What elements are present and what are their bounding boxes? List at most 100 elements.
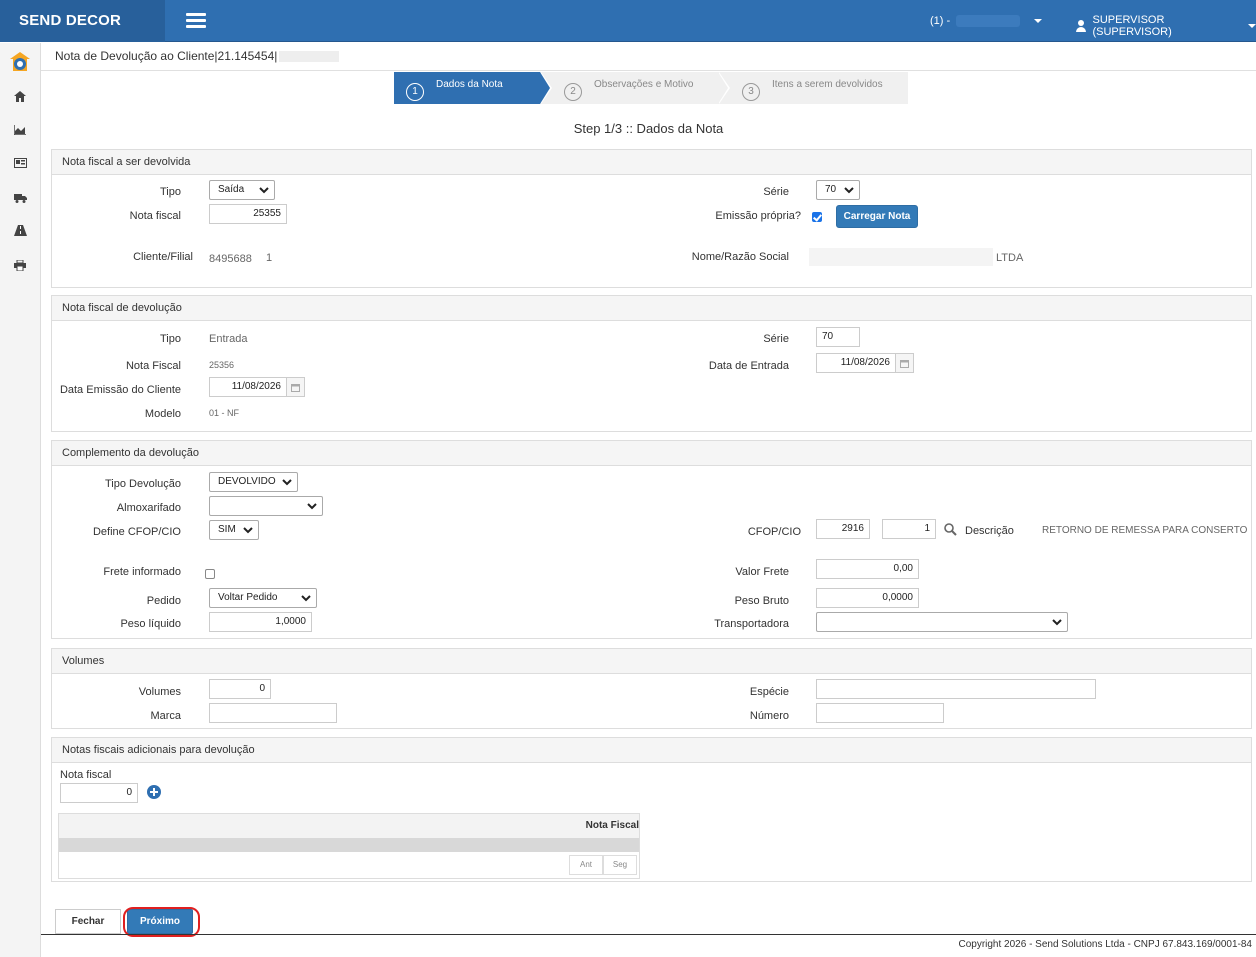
wizard-step-1[interactable]: 1 Dados da Nota bbox=[394, 72, 552, 104]
proximo-button[interactable]: Próximo bbox=[127, 909, 193, 934]
define-cfop-label: Define CFOP/CIO bbox=[92, 526, 181, 538]
peso-liquido-input[interactable]: 1,0000 bbox=[209, 612, 312, 632]
pager-prev-button[interactable]: Ant bbox=[569, 855, 603, 875]
emissao-propria-label: Emissão própria? bbox=[715, 210, 801, 222]
step-label: Itens a serem devolvidos bbox=[772, 78, 883, 90]
nota-fiscal-label: Nota fiscal bbox=[60, 769, 112, 781]
panel-heading: Nota fiscal a ser devolvida bbox=[52, 150, 1251, 175]
serie-select-value: 70 bbox=[825, 184, 837, 195]
chevron-down-icon bbox=[844, 187, 854, 194]
wizard-steps: 1 Dados da Nota 2 Observações e Motivo 3… bbox=[394, 72, 908, 104]
chevron-down-icon bbox=[1034, 19, 1043, 23]
panel-heading: Volumes bbox=[52, 649, 1251, 674]
panel-heading: Complemento da devolução bbox=[52, 441, 1251, 466]
step-label: Observações e Motivo bbox=[594, 78, 694, 90]
panel-heading: Notas fiscais adicionais para devolução bbox=[52, 738, 1251, 763]
user-icon bbox=[1075, 20, 1087, 32]
breadcrumb: Nota de Devolução ao Cliente|21.145454| bbox=[41, 43, 1256, 71]
add-circle-icon[interactable] bbox=[147, 785, 161, 799]
define-cfop-select[interactable]: SIM bbox=[209, 520, 259, 540]
almoxarifado-select[interactable] bbox=[209, 496, 323, 516]
peso-liquido-label: Peso líquido bbox=[120, 618, 181, 630]
emissao-propria-checkbox[interactable] bbox=[812, 212, 822, 222]
copyright-text: Copyright 2026 - Send Solutions Ltda - C… bbox=[958, 939, 1252, 950]
page-title: Nota de Devolução ao Cliente|21.145454| bbox=[55, 49, 278, 63]
truck-icon[interactable] bbox=[13, 193, 27, 207]
calendar-icon[interactable] bbox=[896, 353, 914, 373]
tipo-devolucao-value: DEVOLVIDO bbox=[218, 476, 276, 487]
step-number: 2 bbox=[564, 83, 582, 101]
volumes-input[interactable]: 0 bbox=[209, 679, 271, 699]
step-number: 1 bbox=[406, 83, 424, 101]
footer-divider bbox=[41, 934, 1256, 935]
grid-header-nota-fiscal[interactable]: Nota Fiscal bbox=[59, 814, 639, 838]
frete-informado-checkbox[interactable] bbox=[205, 569, 215, 579]
brand-logo[interactable]: SEND DECOR bbox=[0, 0, 165, 42]
descricao-label: Descrição bbox=[965, 525, 1014, 537]
chevron-down-icon bbox=[1248, 24, 1256, 28]
data-entrada-label: Data de Entrada bbox=[708, 360, 789, 372]
chevron-down-icon bbox=[307, 503, 317, 510]
serie-input[interactable]: 70 bbox=[816, 327, 860, 347]
tipo-label: Tipo bbox=[160, 186, 181, 198]
marca-label: Marca bbox=[150, 710, 181, 722]
chart-icon[interactable] bbox=[13, 125, 27, 139]
frete-informado-label: Frete informado bbox=[103, 566, 181, 578]
panel-nota-devolucao: Nota fiscal de devolução Tipo Entrada No… bbox=[51, 295, 1252, 432]
valor-frete-input[interactable]: 0,00 bbox=[816, 559, 919, 579]
pager-next-button[interactable]: Seg bbox=[603, 855, 637, 875]
panel-nota-devolvida: Nota fiscal a ser devolvida Tipo Saída N… bbox=[51, 149, 1252, 288]
step-title: Step 1/3 :: Dados da Nota bbox=[573, 121, 724, 136]
filial-number: 1 bbox=[266, 252, 273, 264]
company-selector[interactable]: (1) - bbox=[930, 15, 1043, 27]
menu-toggle-icon[interactable] bbox=[186, 13, 206, 28]
wizard-step-3[interactable]: 3 Itens a serem devolvidos bbox=[718, 72, 908, 104]
fechar-button[interactable]: Fechar bbox=[55, 909, 121, 934]
step-number: 3 bbox=[742, 83, 760, 101]
define-cfop-value: SIM bbox=[218, 524, 236, 535]
pedido-select[interactable]: Voltar Pedido bbox=[209, 588, 317, 608]
razao-social-suffix: LTDA bbox=[996, 252, 1024, 264]
data-entrada-input[interactable]: 11/08/2026 bbox=[816, 353, 896, 373]
cfop-input[interactable]: 2916 bbox=[816, 519, 870, 539]
home-icon[interactable] bbox=[13, 91, 27, 105]
chevron-down-icon bbox=[243, 527, 253, 534]
peso-bruto-label: Peso Bruto bbox=[734, 595, 789, 607]
data-emissao-input[interactable]: 11/08/2026 bbox=[209, 377, 287, 397]
tipo-devolucao-select[interactable]: DEVOLVIDO bbox=[209, 472, 298, 492]
marca-input[interactable] bbox=[209, 703, 337, 723]
grid-pager: Ant Seg bbox=[569, 855, 637, 875]
tipo-select[interactable]: Saída bbox=[209, 180, 275, 200]
calendar-icon[interactable] bbox=[287, 377, 305, 397]
app-logo-icon[interactable] bbox=[9, 51, 31, 73]
id-card-icon[interactable] bbox=[13, 158, 27, 172]
especie-input[interactable] bbox=[816, 679, 1096, 699]
cfop-seq-input[interactable]: 1 bbox=[882, 519, 936, 539]
nota-fiscal-input[interactable]: 25355 bbox=[209, 204, 287, 224]
table-row[interactable] bbox=[59, 838, 639, 852]
peso-bruto-input[interactable]: 0,0000 bbox=[816, 588, 919, 608]
carregar-nota-button[interactable]: Carregar Nota bbox=[836, 205, 918, 228]
print-icon[interactable] bbox=[13, 259, 27, 274]
serie-select[interactable]: 70 bbox=[816, 180, 860, 200]
cfop-label: CFOP/CIO bbox=[747, 526, 801, 538]
nota-fiscal-label: Nota fiscal bbox=[129, 210, 181, 222]
modelo-label: Modelo bbox=[144, 408, 181, 420]
valor-frete-label: Valor Frete bbox=[735, 566, 789, 578]
transportadora-select[interactable] bbox=[816, 612, 1068, 632]
nota-fiscal-add-input[interactable]: 0 bbox=[60, 783, 138, 803]
descricao-value: RETORNO DE REMESSA PARA CONSERTO bbox=[1042, 525, 1248, 536]
chevron-down-icon bbox=[282, 479, 292, 486]
road-icon[interactable] bbox=[13, 225, 27, 239]
numero-input[interactable] bbox=[816, 703, 944, 723]
wizard-step-2[interactable]: 2 Observações e Motivo bbox=[540, 72, 730, 104]
search-icon[interactable] bbox=[944, 523, 957, 536]
chevron-down-icon bbox=[259, 187, 269, 194]
user-menu[interactable]: SUPERVISOR (SUPERVISOR) bbox=[1075, 14, 1256, 38]
cliente-filial-label: Cliente/Filial bbox=[133, 251, 193, 263]
tipo-label: Tipo bbox=[160, 333, 181, 345]
modelo-value: 01 - NF bbox=[209, 408, 240, 418]
tipo-select-value: Saída bbox=[218, 184, 245, 195]
tipo-devolucao-label: Tipo Devolução bbox=[104, 478, 181, 490]
tipo-value: Entrada bbox=[209, 333, 248, 345]
